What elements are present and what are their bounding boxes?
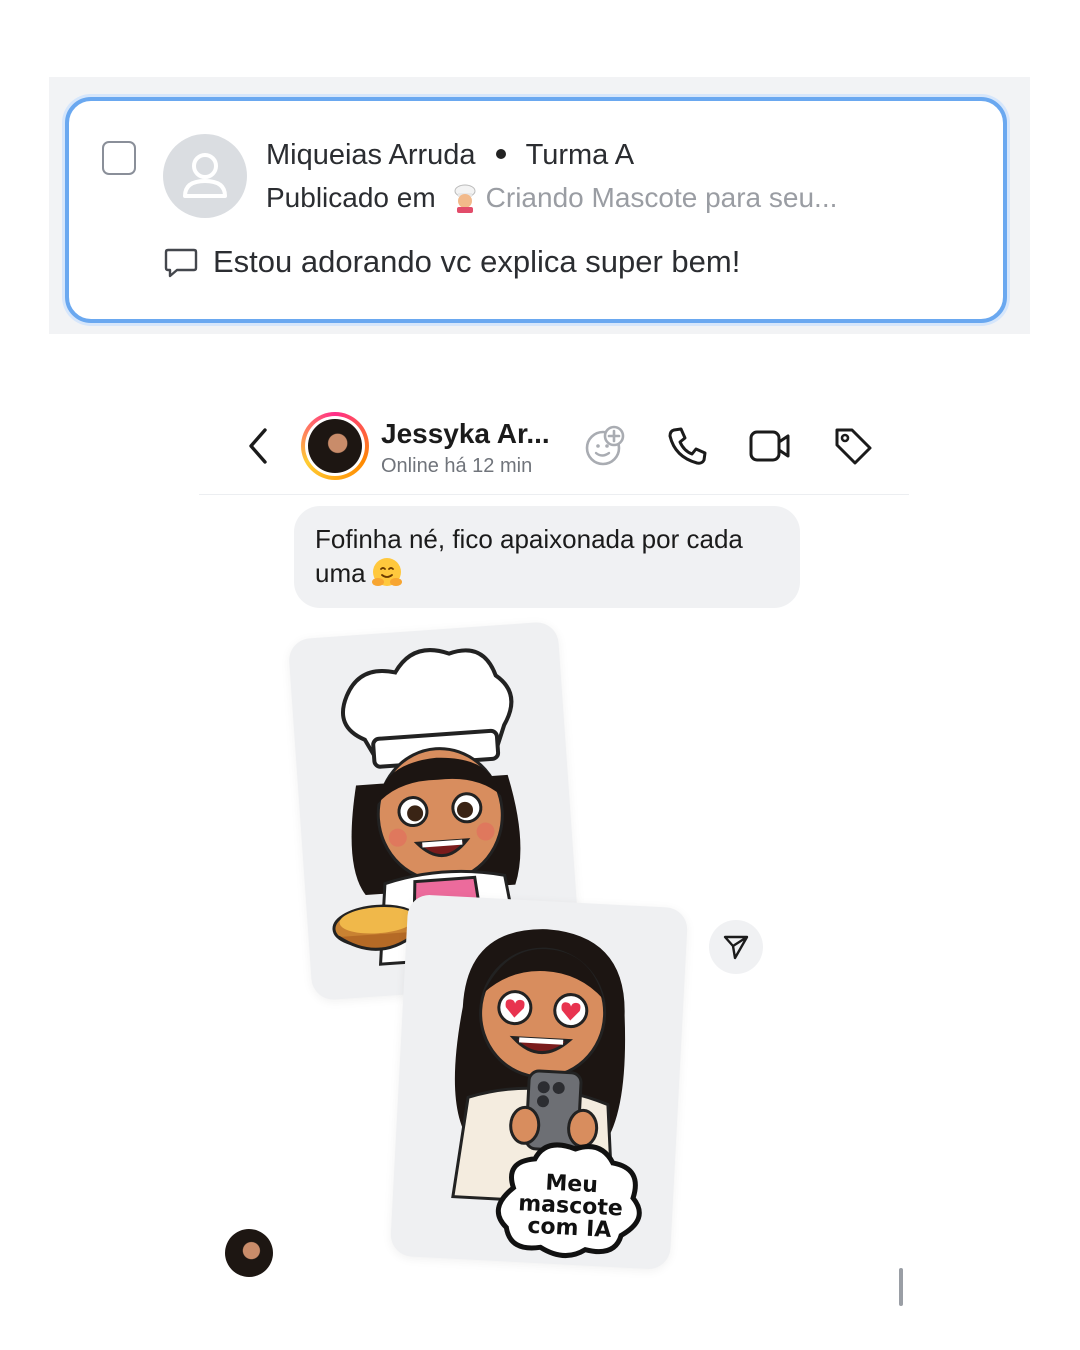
select-checkbox[interactable]	[102, 141, 136, 175]
forward-button[interactable]	[709, 920, 763, 974]
sticker-phone-mascot[interactable]: Meu mascote com IA	[389, 893, 689, 1271]
author-line: Miqueias Arruda Turma A	[266, 139, 634, 172]
avatar	[163, 134, 247, 218]
contact-status: Online há 12 min	[381, 455, 533, 477]
phone-mascot-illustration: Meu mascote com IA	[451, 929, 642, 1259]
sticker-caption-line-3: com IA	[527, 1214, 612, 1243]
contact-avatar[interactable]	[301, 412, 369, 480]
phone-icon[interactable]	[665, 424, 709, 468]
comment-card[interactable]: Miqueias Arruda Turma A Publicado em Cria…	[65, 97, 1007, 323]
tag-icon[interactable]	[831, 424, 875, 468]
message-text-wrap: Fofinha né, fico apaixonada por cada uma	[315, 522, 785, 594]
comment-line: Estou adorando vc explica super bem!	[163, 244, 740, 284]
user-icon	[183, 153, 227, 198]
hug-emoji	[371, 558, 402, 587]
sticker-add-icon[interactable]	[583, 424, 627, 468]
published-prefix: Publicado em	[266, 182, 436, 213]
send-icon	[723, 935, 749, 960]
comment-bubble-icon	[164, 248, 198, 278]
scrollbar[interactable]	[899, 1268, 903, 1306]
chat-header: Jessyka Ar... Online há 12 min	[199, 378, 909, 495]
chef-emoji	[454, 184, 476, 213]
published-line: Publicado em Criando Mascote para seu...	[266, 182, 837, 217]
class-name: Turma A	[525, 139, 635, 171]
post-title-link[interactable]: Criando Mascote para seu...	[486, 182, 838, 213]
sender-avatar[interactable]	[225, 1229, 273, 1277]
separator-dot	[495, 148, 506, 159]
comment-card-container: Miqueias Arruda Turma A Publicado em Cria…	[49, 77, 1030, 334]
comment-text: Estou adorando vc explica super bem!	[213, 244, 741, 280]
message-bubble[interactable]: Fofinha né, fico apaixonada por cada uma	[294, 506, 800, 608]
back-arrow-icon[interactable]	[243, 424, 273, 468]
author-name[interactable]: Miqueias Arruda	[266, 139, 476, 171]
chat-panel: Jessyka Ar... Online há 12 min Fofinha n…	[199, 378, 909, 1308]
video-icon[interactable]	[747, 424, 791, 468]
contact-name[interactable]: Jessyka Ar...	[381, 418, 550, 450]
